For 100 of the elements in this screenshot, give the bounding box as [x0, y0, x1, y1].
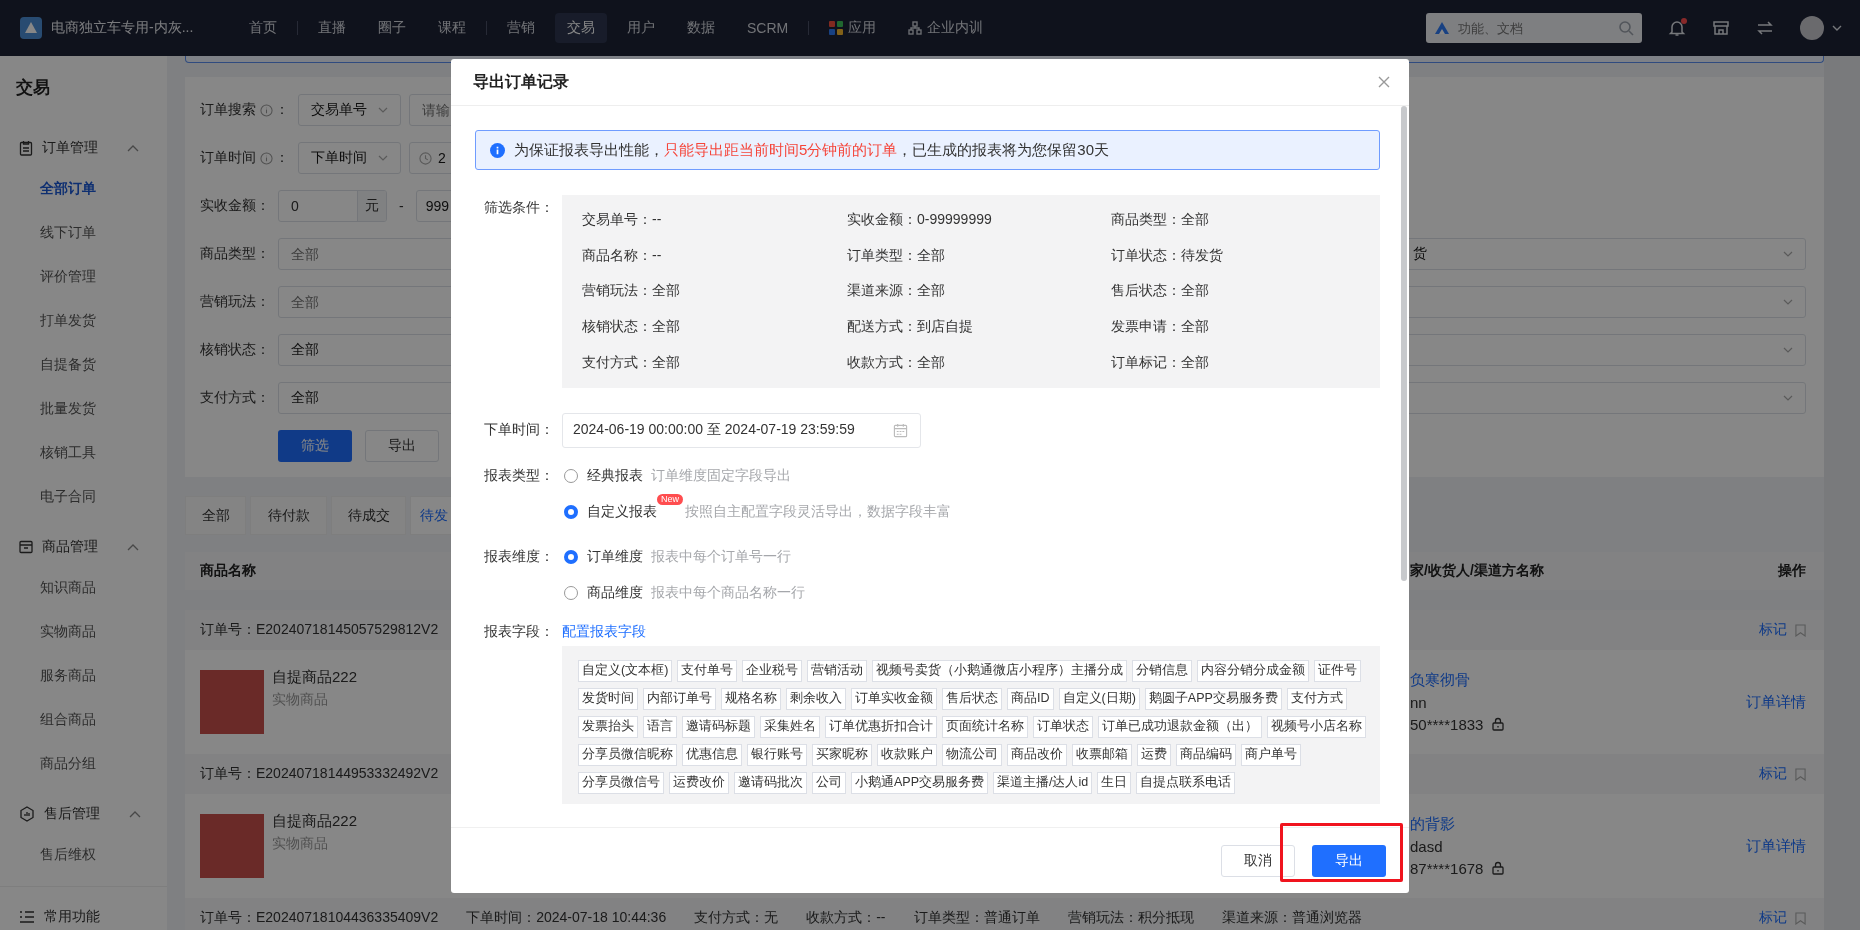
mark-link[interactable]: 标记	[1759, 909, 1787, 927]
nav-item[interactable]: 企业内训	[896, 13, 996, 43]
lock-icon[interactable]	[1491, 717, 1506, 731]
select-field[interactable]: 交易单号	[298, 94, 401, 126]
radio-label[interactable]: 经典报表	[587, 467, 643, 485]
nav-item[interactable]: 直播	[306, 13, 358, 43]
brand-name[interactable]: 电商独立车专用-内灰...	[51, 19, 194, 37]
order-detail-link[interactable]: 订单详情	[1746, 836, 1806, 856]
field-tag: 渠道主播/达人id	[993, 772, 1093, 794]
sidebar-item[interactable]: 全部订单	[0, 167, 167, 211]
configure-fields-link[interactable]: 配置报表字段	[562, 623, 646, 641]
sidebar-item[interactable]: 自提备货	[0, 343, 167, 387]
menu-group[interactable]: 售后管理	[0, 795, 167, 833]
avatar[interactable]	[1800, 16, 1824, 40]
order-status-tab[interactable]: 全部	[185, 496, 246, 535]
export-button[interactable]: 导出	[365, 430, 439, 462]
scrollbar-track[interactable]	[1824, 56, 1860, 930]
sidebar-item[interactable]: 核销工具	[0, 431, 167, 475]
sidebar-item[interactable]: 评价管理	[0, 255, 167, 299]
filter-condition: 配送方式：到店自提	[847, 317, 974, 337]
field-tag: 运费	[1137, 744, 1171, 766]
field-tag: 鹅圆子APP交易服务费	[1144, 688, 1282, 710]
chevron-down-icon	[1783, 251, 1793, 257]
bookmark-icon[interactable]	[1795, 767, 1806, 781]
close-icon[interactable]	[1378, 76, 1390, 88]
order-number: 订单号：E20240718104436335409V2	[200, 909, 439, 927]
radio-label[interactable]: 商品维度	[587, 584, 643, 602]
nav-item[interactable]: 数据	[675, 13, 727, 43]
export-button[interactable]: 导出	[1312, 844, 1386, 877]
order-status-tab[interactable]: 待成交	[331, 496, 406, 535]
sidebar-item[interactable]: 服务商品	[0, 654, 167, 698]
order-meta: 下单时间：2024-07-18 10:44:36	[466, 909, 667, 927]
nav-item[interactable]: 应用	[817, 13, 889, 43]
radio-label[interactable]: 自定义报表	[587, 503, 657, 521]
product-name[interactable]: 自提商品222	[272, 668, 358, 687]
order-detail-link[interactable]: 订单详情	[1746, 692, 1806, 712]
radio-label[interactable]: 订单维度	[587, 548, 643, 566]
radio-button[interactable]	[564, 505, 578, 519]
mark-link[interactable]: 标记	[1759, 765, 1787, 783]
bookmark-icon[interactable]	[1795, 623, 1806, 637]
filter-button[interactable]: 筛选	[278, 430, 352, 462]
menu-group[interactable]: 常用功能	[0, 898, 167, 930]
product-name[interactable]: 自提商品222	[272, 812, 358, 831]
cancel-button[interactable]: 取消	[1221, 844, 1295, 877]
field-tag: 商品改价	[1007, 744, 1067, 766]
sidebar-item[interactable]: 知识商品	[0, 566, 167, 610]
search-input[interactable]: 功能、文档	[1456, 19, 1612, 37]
nav-item[interactable]: 营销	[495, 13, 547, 43]
sidebar-item[interactable]: 组合商品	[0, 698, 167, 742]
date-range-field[interactable]: 2024-06-19 00:00:00 至 2024-07-19 23:59:59	[562, 413, 921, 448]
filter-condition: 交易单号：--	[582, 209, 663, 229]
sidebar-item[interactable]: 实物商品	[0, 610, 167, 654]
search-field[interactable]: 功能、文档	[1426, 13, 1642, 43]
sidebar-item[interactable]: 电子合同	[0, 475, 167, 519]
sidebar-item[interactable]: 商品分组	[0, 742, 167, 786]
field-tag: 买家昵称	[812, 744, 872, 766]
caret-icon[interactable]	[1832, 25, 1842, 31]
bell-icon[interactable]	[1668, 19, 1686, 37]
sidebar-item[interactable]: 批量发货	[0, 387, 167, 431]
swap-arrows-icon[interactable]	[1756, 19, 1774, 37]
store-icon[interactable]	[1712, 19, 1730, 37]
bookmark-icon[interactable]	[1795, 911, 1806, 925]
nav-item[interactable]: 首页	[237, 13, 289, 43]
mark-link[interactable]: 标记	[1759, 621, 1787, 639]
field-tag: 银行账号	[747, 744, 807, 766]
menu-group[interactable]: 订单管理	[0, 129, 167, 167]
scrollbar-thumb[interactable]	[1401, 106, 1407, 581]
order-status-tab[interactable]: 待付款	[250, 496, 327, 535]
logo-icon[interactable]	[19, 16, 43, 40]
buyer-name-link[interactable]: 的背影	[1410, 814, 1455, 834]
filter-condition: 渠道来源：全部	[847, 281, 946, 301]
search-icon[interactable]	[1618, 20, 1634, 36]
field-tag: 商品编码	[1176, 744, 1236, 766]
org-chart-icon	[908, 21, 923, 35]
field-tag: 自定义(文本框)	[578, 660, 673, 682]
buyer-text: nn	[1410, 693, 1427, 711]
hexagon-chart-icon	[19, 806, 35, 822]
sidebar-item[interactable]: 线下订单	[0, 211, 167, 255]
chevron-down-icon	[1783, 299, 1793, 305]
sidebar-item[interactable]: 打单发货	[0, 299, 167, 343]
menu-group[interactable]: 商品管理	[0, 528, 167, 566]
nav-item[interactable]: 课程	[426, 13, 478, 43]
field-tag: 剩余收入	[786, 688, 846, 710]
select-field[interactable]: 下单时间	[298, 142, 401, 174]
order-meta: 收款方式：--	[806, 909, 886, 927]
nav-item[interactable]: 圈子	[366, 13, 418, 43]
buyer-name-link[interactable]: 负寒彻骨	[1410, 670, 1470, 690]
column-header: 商品名称	[200, 562, 256, 580]
nav-item[interactable]: 用户	[615, 13, 667, 43]
info-icon[interactable]	[260, 103, 273, 117]
field-tag: 运费改价	[669, 772, 729, 794]
sidebar-item[interactable]: 售后维权	[0, 833, 167, 877]
nav-item[interactable]: SCRM	[735, 14, 801, 42]
order-number: 订单号：E20240718145057529812V2	[200, 621, 439, 639]
nav-item[interactable]: 交易	[555, 13, 607, 43]
info-icon[interactable]	[260, 151, 273, 165]
amount-min-field[interactable]: 0 元	[278, 190, 387, 222]
lock-icon[interactable]	[1491, 861, 1506, 875]
radio-button[interactable]	[564, 550, 578, 564]
option-description: 订单维度固定字段导出	[651, 467, 791, 485]
